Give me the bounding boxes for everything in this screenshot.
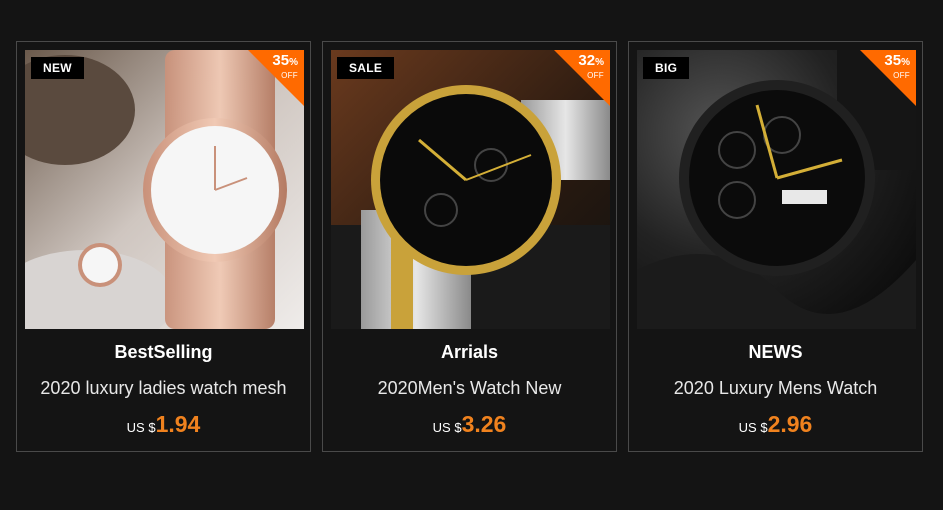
- product-name[interactable]: Arrials: [323, 342, 616, 363]
- discount-percent: 32%: [578, 52, 604, 69]
- product-tag: NEW: [31, 57, 84, 79]
- price-amount: 3.26: [461, 411, 507, 437]
- product-description[interactable]: 2020 luxury ladies watch mesh: [17, 378, 310, 399]
- product-image[interactable]: NEW 35% OFF: [25, 50, 304, 329]
- price-amount: 1.94: [155, 411, 201, 437]
- product-card[interactable]: SALE 32% OFF Arrials 2020Men's Watch New…: [322, 41, 617, 452]
- discount-badge: 32% OFF: [554, 50, 610, 106]
- discount-off-label: OFF: [281, 71, 298, 80]
- discount-badge: 35% OFF: [860, 50, 916, 106]
- discount-off-label: OFF: [893, 71, 910, 80]
- product-card[interactable]: BIG 35% OFF NEWS 2020 Luxury Mens Watch …: [628, 41, 923, 452]
- discount-percent: 35%: [884, 52, 910, 69]
- discount-off-label: OFF: [587, 71, 604, 80]
- product-price: US $3.26: [323, 411, 616, 438]
- discount-badge: 35% OFF: [248, 50, 304, 106]
- product-image[interactable]: SALE 32% OFF: [331, 50, 610, 329]
- product-price: US $2.96: [629, 411, 922, 438]
- product-image[interactable]: BIG 35% OFF: [637, 50, 916, 329]
- product-name[interactable]: NEWS: [629, 342, 922, 363]
- product-tag: BIG: [643, 57, 690, 79]
- price-currency: US $: [126, 420, 156, 435]
- product-grid: NEW 35% OFF BestSelling 2020 luxury ladi…: [16, 41, 923, 452]
- product-name[interactable]: BestSelling: [17, 342, 310, 363]
- price-currency: US $: [432, 420, 462, 435]
- product-tag: SALE: [337, 57, 395, 79]
- discount-percent: 35%: [272, 52, 298, 69]
- product-card[interactable]: NEW 35% OFF BestSelling 2020 luxury ladi…: [16, 41, 311, 452]
- product-description[interactable]: 2020Men's Watch New: [323, 378, 616, 399]
- product-price: US $1.94: [17, 411, 310, 438]
- price-currency: US $: [738, 420, 768, 435]
- price-amount: 2.96: [767, 411, 813, 437]
- product-description[interactable]: 2020 Luxury Mens Watch: [629, 378, 922, 399]
